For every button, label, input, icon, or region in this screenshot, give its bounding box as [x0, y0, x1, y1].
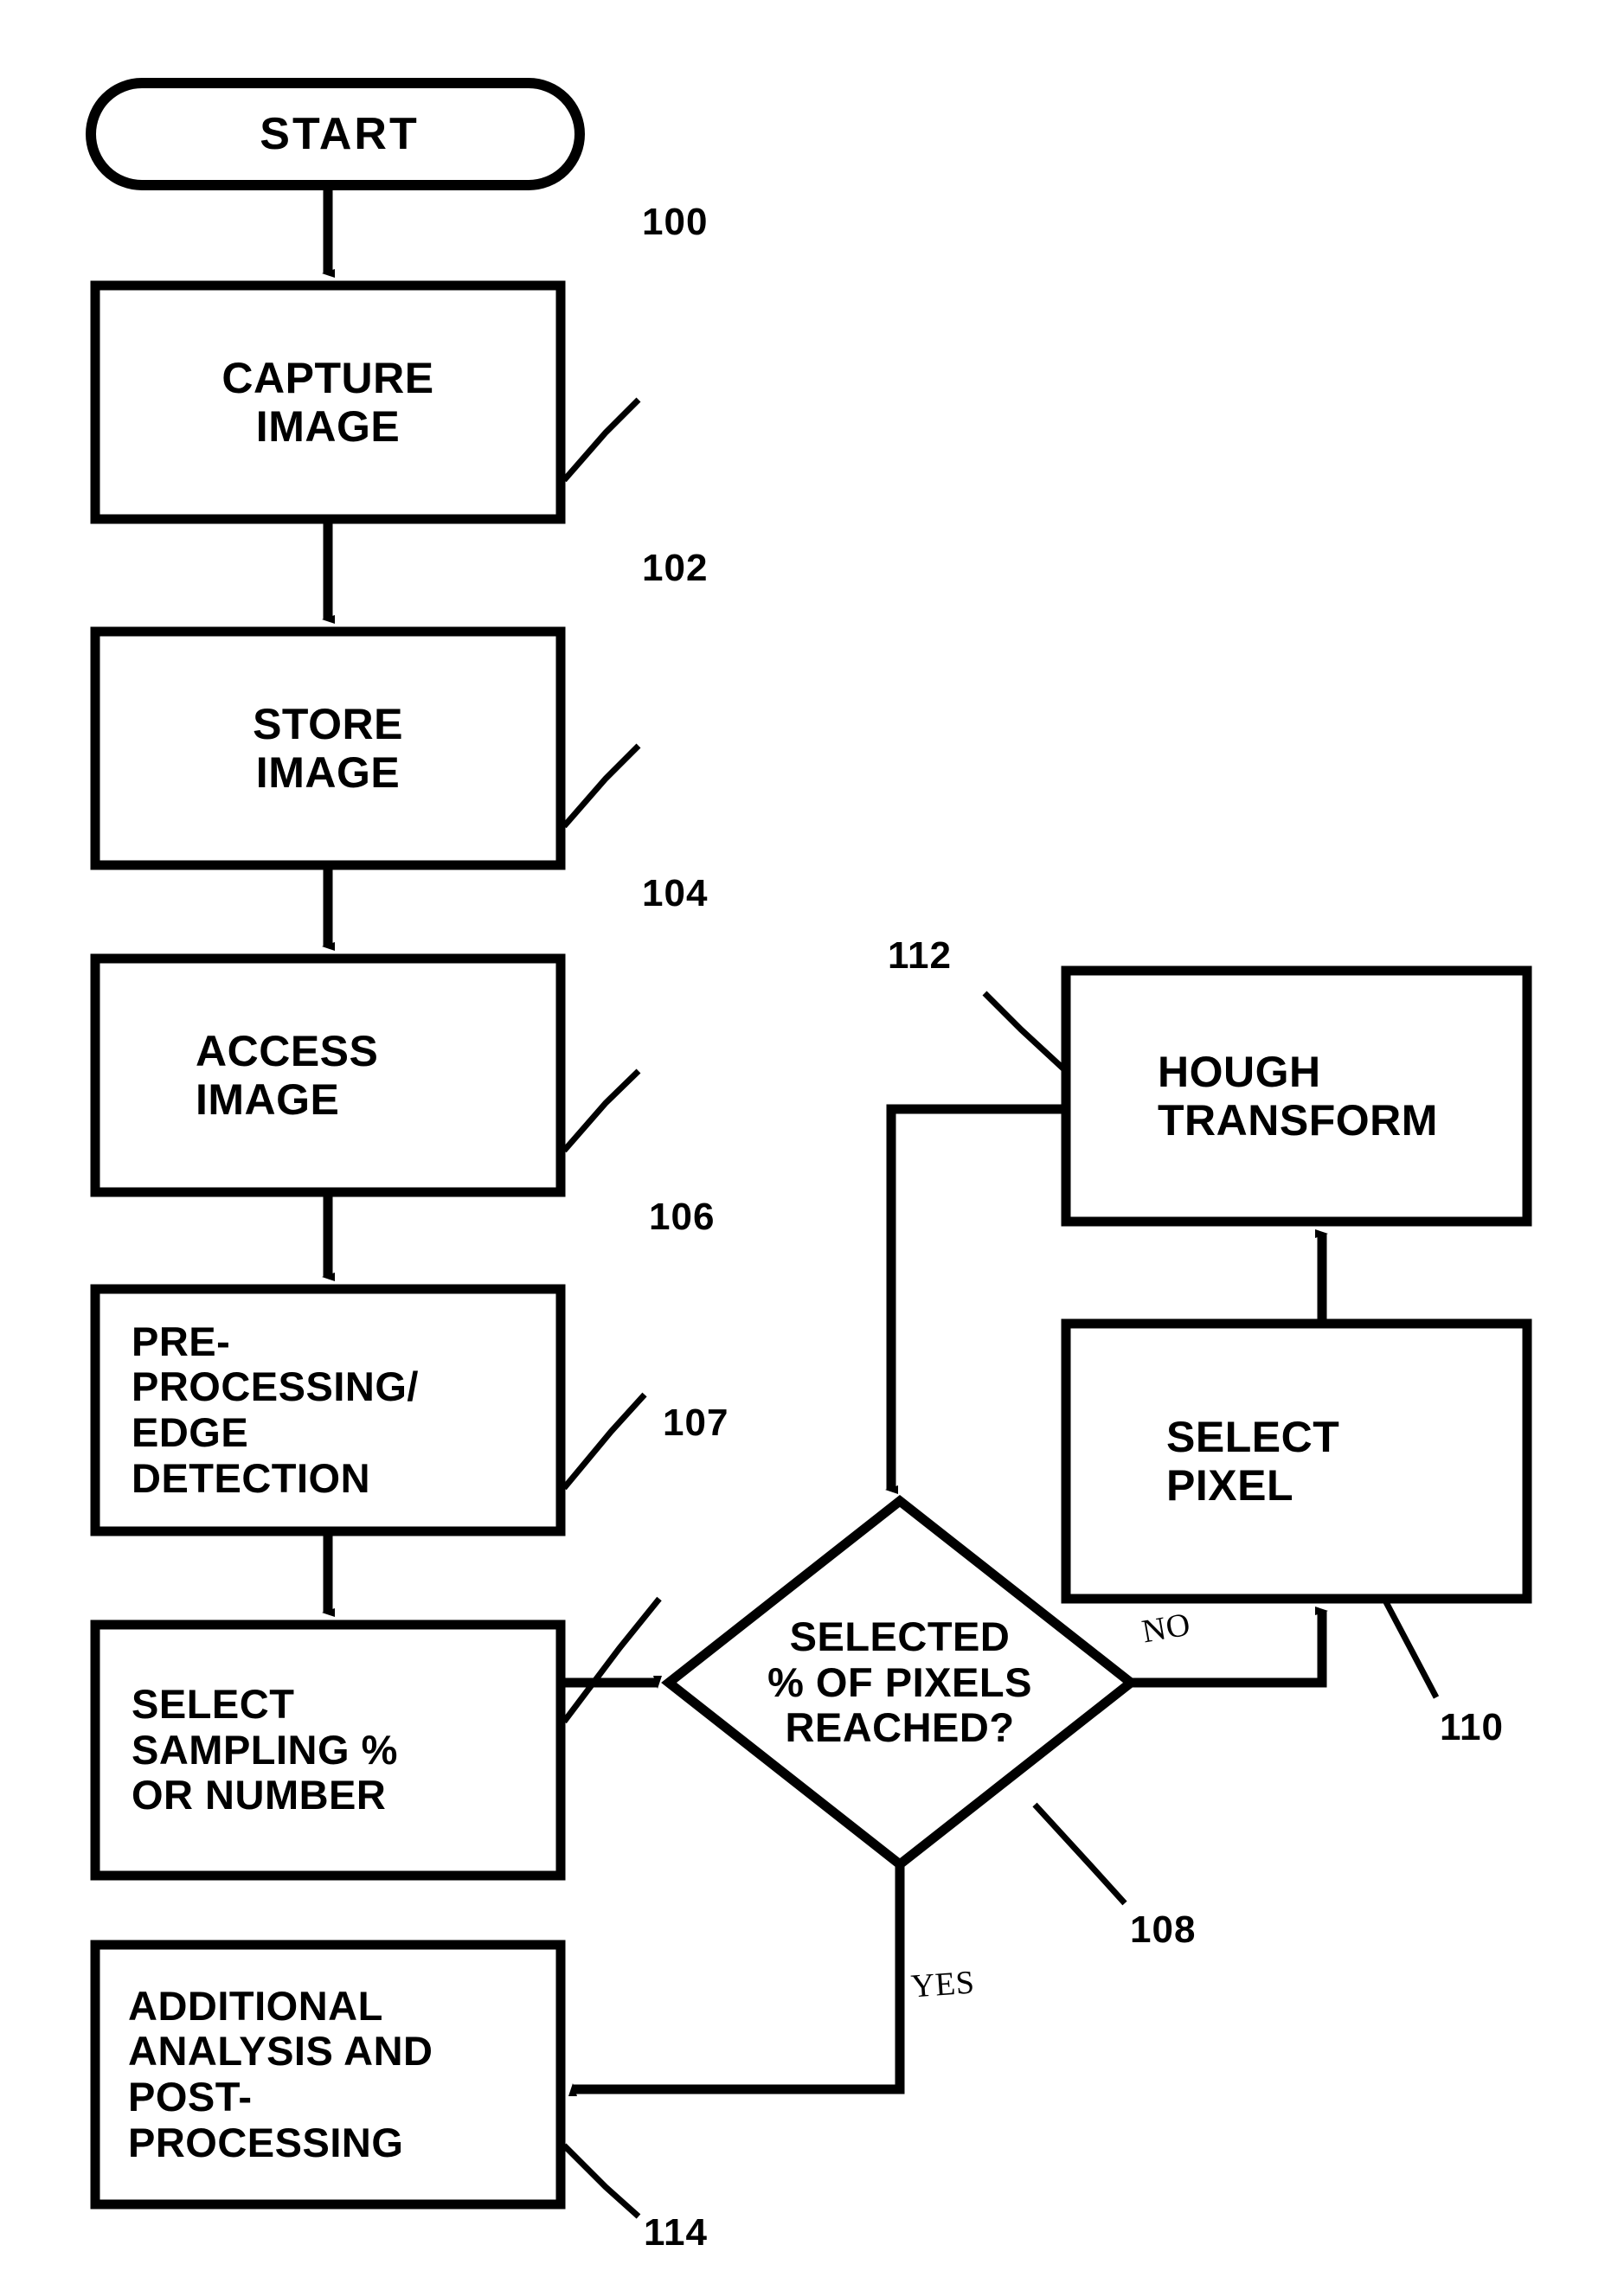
- flowchart-canvas: START CAPTURE IMAGE STORE IMAGE ACCESS I…: [0, 0, 1624, 2277]
- reference-numeral-108: 108: [1130, 1908, 1197, 1951]
- node-capture-image-shape: [90, 280, 566, 524]
- leader-line-110: [1383, 1600, 1440, 1699]
- reference-numeral-112: 112: [888, 934, 952, 977]
- reference-numeral-107: 107: [663, 1401, 729, 1444]
- node-access-image-shape: [90, 953, 566, 1197]
- flowchart-graphics: [86, 78, 1532, 2219]
- node-start-shape: [86, 78, 585, 190]
- leader-line-107: [562, 1596, 662, 1724]
- leader-line-104: [562, 1068, 641, 1153]
- reference-numeral-100: 100: [642, 201, 709, 243]
- reference-numeral-106: 106: [649, 1196, 716, 1238]
- node-store-image-shape: [90, 626, 566, 870]
- node-hough-transform-shape: [1061, 965, 1532, 1227]
- leader-line-114: [562, 2143, 641, 2219]
- reference-numeral-104: 104: [642, 872, 709, 914]
- leader-line-108: [1032, 1802, 1127, 1906]
- leader-line-102: [562, 743, 641, 829]
- node-preprocessing-shape: [90, 1284, 566, 1536]
- reference-numeral-102: 102: [642, 547, 709, 589]
- node-post-processing-shape: [90, 1940, 566, 2210]
- edge-hough-transform-to-decision: [885, 1104, 1066, 1494]
- leader-line-106: [562, 1392, 647, 1491]
- node-select-sampling-shape: [90, 1620, 566, 1881]
- reference-numeral-114: 114: [644, 2211, 708, 2254]
- leader-line-100: [562, 397, 641, 483]
- reference-numeral-110: 110: [1440, 1706, 1504, 1748]
- edge-decision-yes-to-post-processing: [568, 1864, 905, 2096]
- node-select-pixel-shape: [1061, 1318, 1532, 1604]
- branch-label-yes: YES: [909, 1964, 976, 2005]
- leader-line-112: [982, 991, 1069, 1074]
